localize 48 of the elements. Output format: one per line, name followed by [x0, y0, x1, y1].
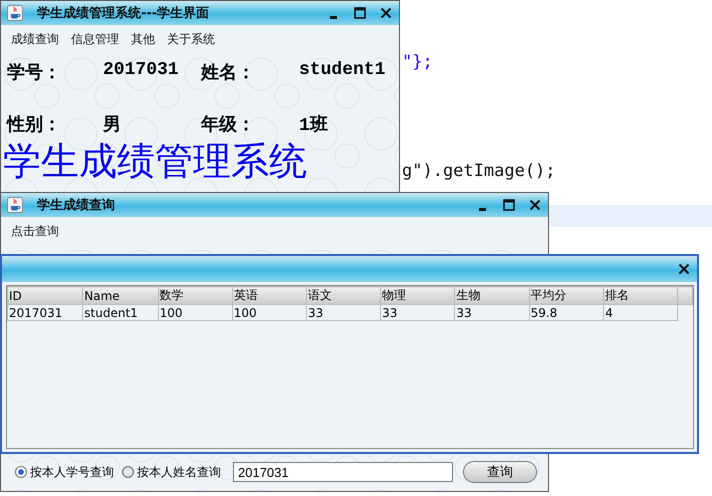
- menu-item[interactable]: 信息管理: [71, 31, 119, 48]
- query-button[interactable]: 查询: [463, 461, 537, 483]
- banner-title: 学生成绩管理系统: [3, 142, 307, 182]
- table-cell: student1: [82, 304, 158, 320]
- table-cell: 2017031: [8, 304, 83, 320]
- column-header[interactable]: 排名: [604, 286, 678, 304]
- close-icon[interactable]: [379, 6, 393, 20]
- close-icon[interactable]: [677, 262, 691, 276]
- field-label: 年级：: [201, 113, 256, 136]
- table-cell: 100: [232, 304, 306, 320]
- field-label: 姓名：: [201, 61, 256, 84]
- menu-item[interactable]: 点击查询: [11, 223, 59, 240]
- column-header[interactable]: Name: [82, 286, 158, 304]
- query-input[interactable]: 2017031: [233, 462, 453, 482]
- table-cell: 4: [604, 304, 678, 320]
- code-line: "};: [402, 52, 433, 72]
- menu-item[interactable]: 其他: [131, 31, 155, 48]
- column-header[interactable]: 生物: [454, 286, 530, 304]
- field-value: 1班: [299, 114, 329, 136]
- field-label: 学号：: [7, 61, 62, 84]
- maximize-icon[interactable]: [353, 6, 367, 20]
- window-title: 学生成绩查询: [37, 197, 115, 214]
- radio-label[interactable]: 按本人学号查询: [30, 464, 114, 480]
- field-value: 男: [103, 114, 122, 136]
- column-header: [678, 286, 692, 304]
- column-header[interactable]: 平均分: [529, 286, 604, 304]
- column-header[interactable]: 语文: [306, 286, 381, 304]
- window-title: 学生成绩管理系统---学生界面: [37, 4, 210, 22]
- coffee-cup-icon: [7, 5, 23, 21]
- field-value: student1: [299, 60, 386, 82]
- coffee-cup-icon: [7, 197, 23, 213]
- table-cell: 33: [454, 304, 530, 320]
- table-cell: 33: [306, 304, 381, 320]
- column-header[interactable]: 英语: [232, 286, 306, 304]
- radio-label[interactable]: 按本人姓名查询: [137, 464, 221, 480]
- column-header[interactable]: ID: [8, 286, 83, 304]
- menu-item[interactable]: 成绩查询: [11, 31, 59, 48]
- close-icon[interactable]: [528, 198, 542, 212]
- field-value: 2017031: [103, 60, 180, 82]
- menu-item[interactable]: 关于系统: [167, 31, 215, 48]
- column-header[interactable]: 数学: [158, 286, 232, 304]
- field-label: 性别：: [7, 113, 62, 136]
- table-cell: 33: [380, 304, 455, 320]
- column-header[interactable]: 物理: [380, 286, 455, 304]
- table-cell: 59.8: [529, 304, 604, 320]
- maximize-icon[interactable]: [502, 198, 516, 212]
- table-cell: 100: [158, 304, 232, 320]
- code-line: g").getImage();: [402, 161, 556, 181]
